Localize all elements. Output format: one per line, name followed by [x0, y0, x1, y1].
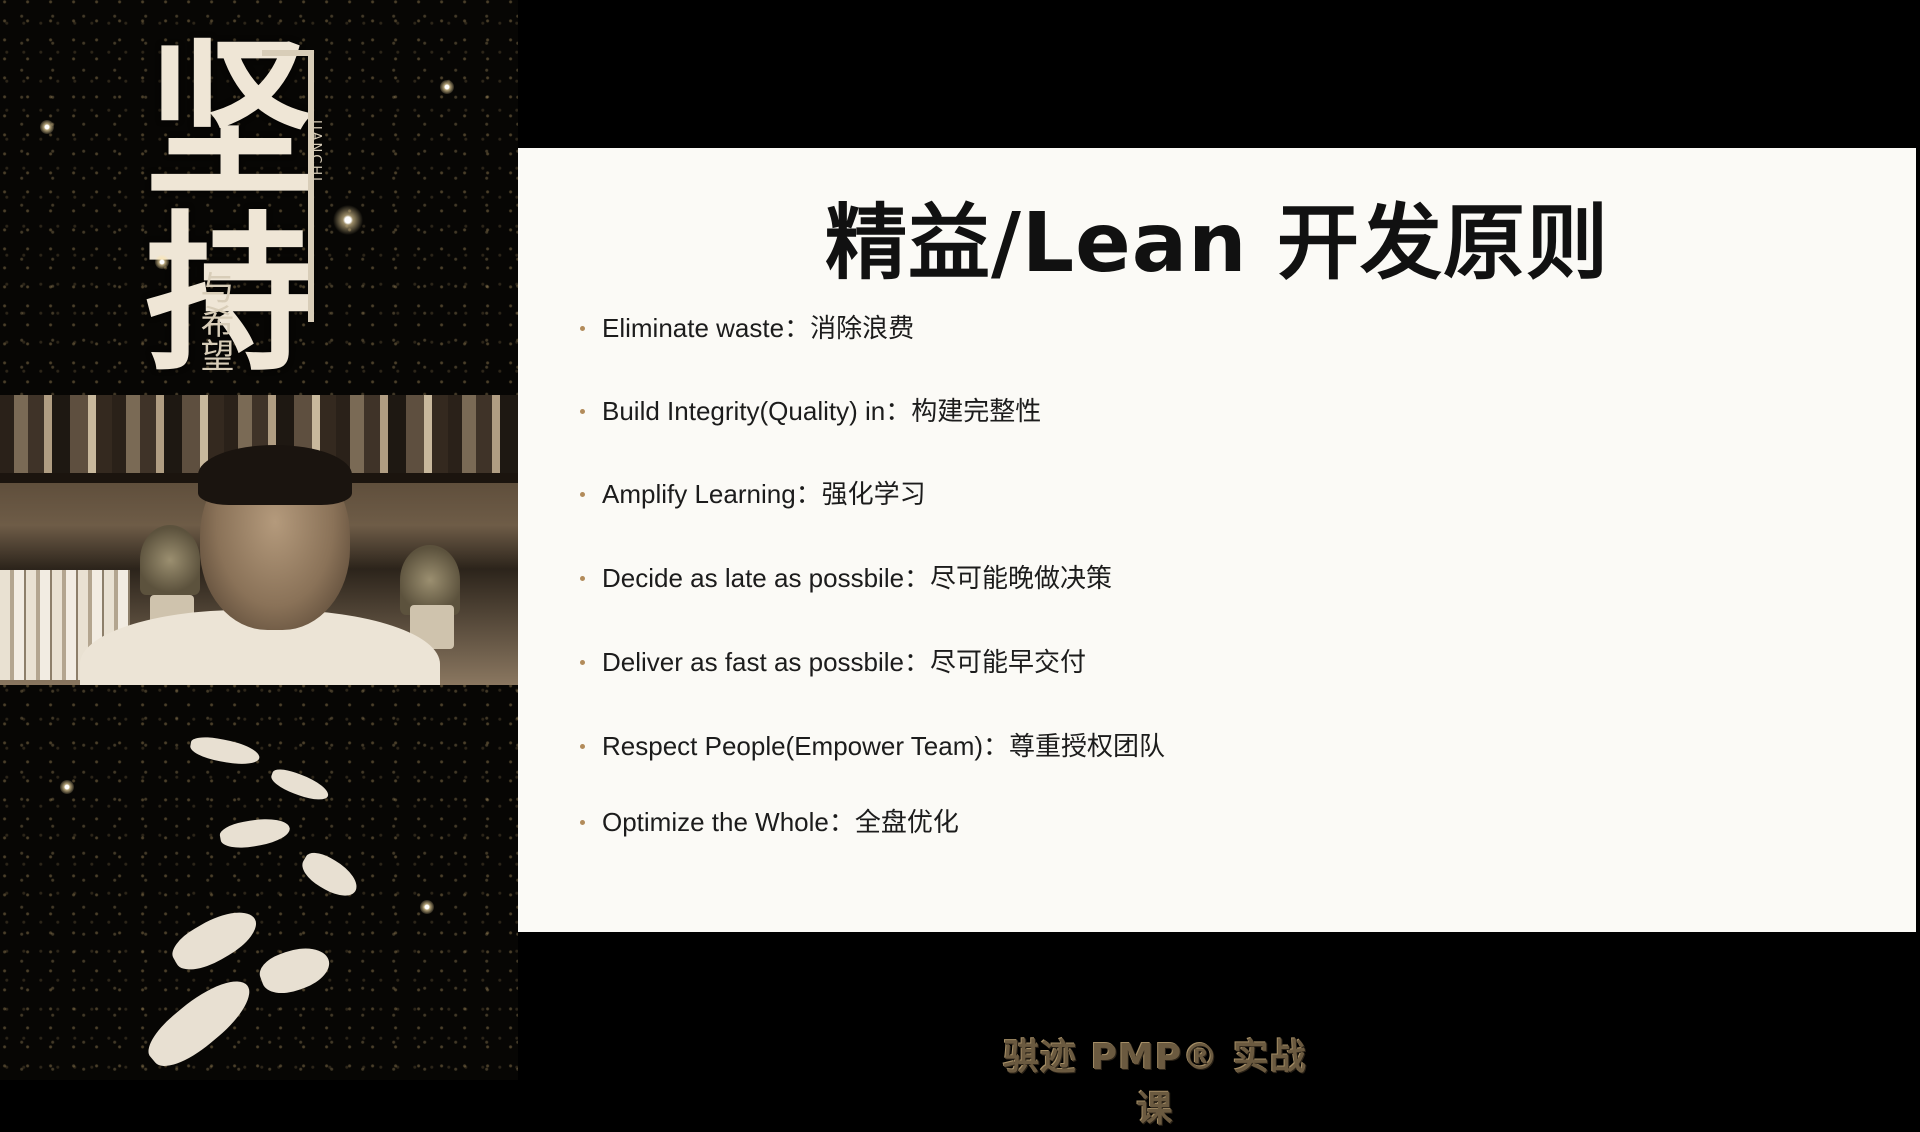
sparkle-icon: [40, 120, 54, 134]
bullet-dot-icon: [580, 820, 585, 825]
sparkle-icon: [420, 900, 434, 914]
bullet-dot-icon: [580, 409, 585, 414]
bullet-dot-icon: [580, 576, 585, 581]
slide: 精益/Lean 开发原则 Eliminate waste：消除浪费 Build …: [518, 148, 1916, 932]
bullet-item: Decide as late as possbile：尽可能晚做决策: [580, 558, 1165, 598]
bullet-item: Build Integrity(Quality) in：构建完整性: [580, 391, 1165, 431]
bullet-dot-icon: [580, 660, 585, 665]
bullet-list: Eliminate waste：消除浪费 Build Integrity(Qua…: [580, 308, 1165, 842]
bullet-text: Decide as late as possbile：尽可能晚做决策: [602, 563, 1113, 593]
poster-bracket: [308, 52, 314, 322]
bullet-text: Deliver as fast as possbile：尽可能早交付: [602, 647, 1087, 677]
bullet-text: Respect People(Empower Team)：尊重授权团队: [602, 731, 1166, 761]
bullet-text: Eliminate waste：消除浪费: [602, 313, 915, 343]
poster-pinyin: JIANCHI: [308, 120, 323, 183]
bullet-item: Optimize the Whole：全盘优化: [580, 802, 1165, 842]
poster-subtitle: 与希望: [194, 270, 234, 372]
webcam-video: [0, 395, 518, 685]
sparkle-icon: [155, 255, 169, 269]
bullet-item: Deliver as fast as possbile：尽可能早交付: [580, 642, 1165, 682]
bullet-item: Eliminate waste：消除浪费: [580, 308, 1165, 348]
poster-panel: 坚持 JIANCHI 与希望: [0, 0, 518, 1080]
bullet-text: Build Integrity(Quality) in：构建完整性: [602, 396, 1042, 426]
sparkle-icon: [60, 780, 74, 794]
poster-bracket-top: [262, 50, 314, 56]
bullet-dot-icon: [580, 744, 585, 749]
bullet-text: Amplify Learning：强化学习: [602, 479, 926, 509]
footprint: [139, 966, 261, 1079]
footprint: [188, 734, 262, 768]
bullet-item: Amplify Learning：强化学习: [580, 474, 1165, 514]
bullet-dot-icon: [580, 492, 585, 497]
presenter-hair: [198, 445, 352, 505]
bullet-item: Respect People(Empower Team)：尊重授权团队: [580, 726, 1165, 766]
bullet-dot-icon: [580, 326, 585, 331]
sparkle-icon: [333, 205, 363, 235]
footprint: [166, 900, 264, 980]
footprint: [296, 847, 364, 903]
footprints-graphic: [130, 730, 390, 1079]
slide-title: 精益/Lean 开发原则: [824, 196, 1610, 291]
bullet-text: Optimize the Whole：全盘优化: [602, 807, 959, 837]
sparkle-icon: [440, 80, 454, 94]
footprint: [255, 939, 335, 1001]
footprint: [218, 814, 292, 852]
plant: [140, 525, 200, 595]
footprint: [268, 765, 332, 805]
brand-watermark: 骐迹 PMP® 实战课: [1003, 1037, 1307, 1130]
